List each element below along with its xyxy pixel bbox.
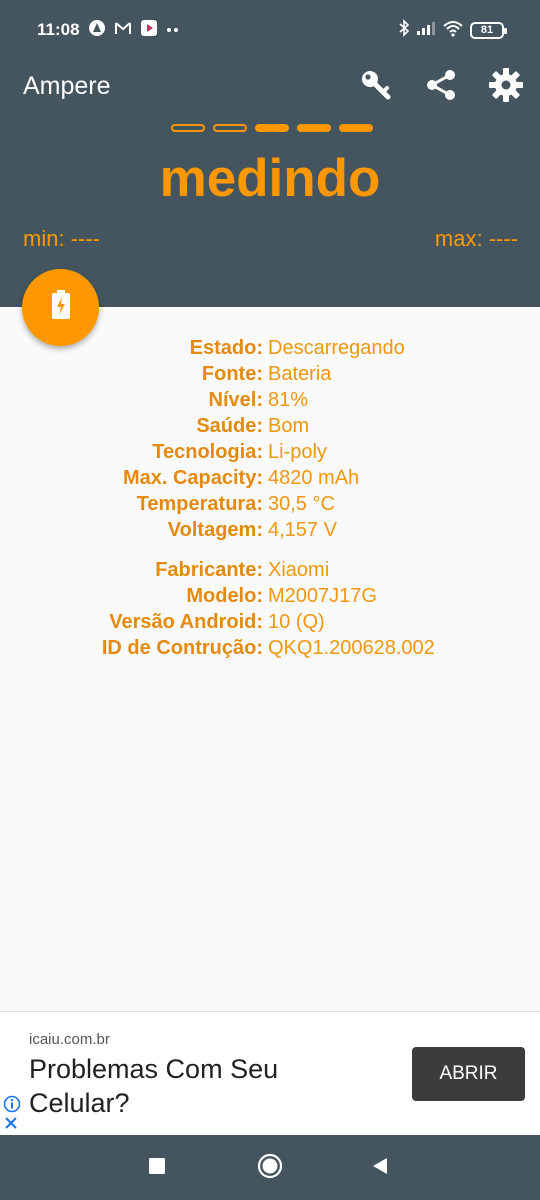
info-value: Li-poly	[268, 440, 327, 463]
status-time: 11:08	[37, 20, 80, 39]
info-value: M2007J17G	[268, 584, 377, 607]
measuring-progress-indicator	[171, 124, 373, 132]
assistant-icon	[88, 19, 106, 42]
info-value: QKQ1.200628.002	[268, 636, 435, 659]
info-value: Descarregando	[268, 336, 405, 359]
home-button[interactable]	[255, 1153, 285, 1183]
info-row-temperature: Temperatura: 30,5 °C	[0, 491, 540, 517]
info-label: Voltagem:	[167, 518, 263, 541]
measurement-status: medindo	[159, 149, 381, 208]
info-row-capacity: Max. Capacity: 4820 mAh	[0, 465, 540, 491]
info-label: Fabricante:	[155, 558, 263, 581]
system-nav-bar	[0, 1135, 540, 1200]
info-label: Fonte:	[201, 362, 263, 385]
info-label: Max. Capacity:	[122, 466, 263, 489]
progress-dash	[213, 124, 247, 132]
battery-icon: 81	[470, 21, 507, 39]
battery-charging-icon	[50, 290, 72, 325]
notification-icons	[88, 19, 180, 42]
info-row-level: Nível: 81%	[0, 387, 540, 413]
info-row-voltage: Voltagem: 4,157 V	[0, 517, 540, 543]
bluetooth-icon	[398, 18, 410, 42]
info-label: Modelo:	[186, 584, 263, 607]
wifi-icon	[442, 19, 464, 42]
progress-dash	[339, 124, 373, 132]
recent-apps-button[interactable]	[142, 1153, 172, 1183]
app-bar: Ampere medindo min: ---- max: ----	[0, 46, 540, 307]
app-title: Ampere	[23, 72, 111, 100]
min-value: min: ----	[23, 226, 100, 251]
info-row-model: Modelo: M2007J17G	[0, 583, 540, 609]
info-row-state: Estado: Descarregando	[0, 335, 540, 361]
progress-dash	[171, 124, 205, 132]
status-bar: 11:08 81	[0, 0, 540, 46]
gmail-icon	[114, 20, 132, 41]
info-value: 4,157 V	[268, 518, 337, 541]
info-row-technology: Tecnologia: Li-poly	[0, 439, 540, 465]
ad-close-icon[interactable]	[4, 1115, 18, 1133]
youtube-music-icon	[140, 19, 158, 42]
info-value: 81%	[268, 388, 309, 411]
system-icons: 81	[398, 18, 507, 42]
ad-open-button[interactable]: ABRIR	[412, 1047, 525, 1101]
more-dots-icon	[166, 21, 180, 39]
info-row-android-version: Versão Android: 10 (Q)	[0, 609, 540, 635]
gear-icon[interactable]	[487, 66, 525, 104]
ad-domain: icaiu.com.br	[29, 1031, 110, 1048]
info-label: Nível:	[208, 388, 263, 411]
info-value: 30,5 °C	[268, 492, 335, 515]
progress-dash	[297, 124, 331, 132]
signal-icon	[416, 20, 436, 41]
info-value: Bateria	[268, 362, 332, 385]
info-label: ID de Contrução:	[101, 636, 263, 659]
back-button[interactable]	[365, 1153, 395, 1183]
info-label: Versão Android:	[109, 610, 263, 633]
info-label: Saúde:	[196, 414, 263, 437]
info-value: Xiaomi	[268, 558, 330, 581]
info-value: 4820 mAh	[268, 466, 360, 489]
info-row-build-id: ID de Contrução: QKQ1.200628.002	[0, 635, 540, 661]
ad-banner[interactable]: icaiu.com.br Problemas Com Seu Celular? …	[0, 1011, 540, 1135]
progress-dash	[255, 124, 289, 132]
share-icon[interactable]	[422, 66, 460, 104]
info-label: Temperatura:	[136, 492, 263, 515]
ad-headline[interactable]: Problemas Com Seu Celular?	[29, 1052, 369, 1120]
device-info-list: Fabricante: Xiaomi Modelo: M2007J17G Versã…	[0, 557, 540, 661]
info-label: Tecnologia:	[152, 440, 263, 463]
circle-icon	[256, 1152, 284, 1185]
info-row-health: Saúde: Bom	[0, 413, 540, 439]
info-label: Estado:	[189, 336, 263, 359]
square-icon	[149, 1157, 165, 1179]
back-triangle-icon	[371, 1156, 389, 1181]
max-value: max: ----	[434, 226, 518, 251]
info-row-source: Fonte: Bateria	[0, 361, 540, 387]
info-value: 10 (Q)	[268, 610, 325, 633]
key-icon[interactable]	[357, 66, 395, 104]
info-value: Bom	[268, 414, 310, 437]
info-row-manufacturer: Fabricante: Xiaomi	[0, 557, 540, 583]
battery-info-list: Estado: Descarregando Fonte: Bateria Nível…	[0, 335, 540, 543]
